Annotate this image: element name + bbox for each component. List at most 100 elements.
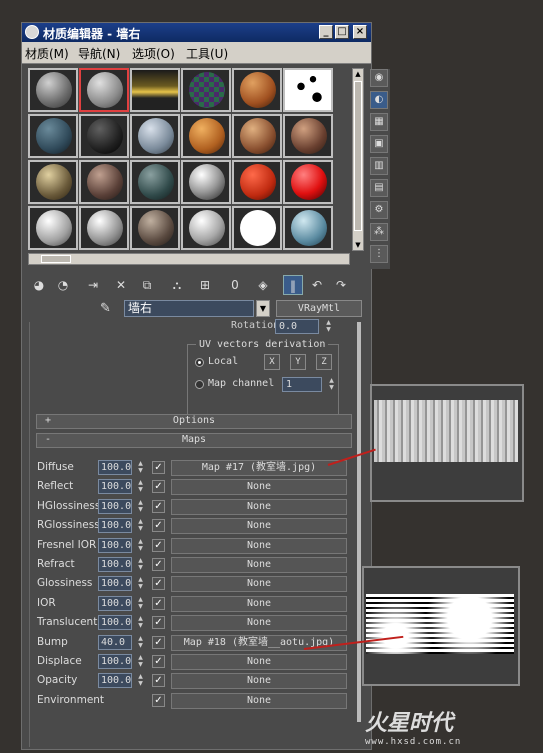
sample-slot[interactable] [283, 160, 333, 204]
map-amount-input[interactable]: 40.0 [98, 635, 132, 650]
map-slot-button[interactable]: None [171, 479, 347, 495]
sample-slot[interactable] [28, 160, 78, 204]
sample-slot[interactable] [181, 160, 231, 204]
map-amount-spinner[interactable]: ▲ ▼ [136, 615, 145, 630]
map-channel-input[interactable]: 1 [282, 377, 322, 392]
sample-slot[interactable] [28, 114, 78, 158]
sample-type-icon[interactable]: ◉ [370, 69, 388, 87]
map-enable-checkbox[interactable]: ✓ [152, 480, 165, 493]
go-to-parent-icon[interactable]: ↶ [307, 275, 327, 295]
sample-slot[interactable] [283, 68, 333, 112]
assign-material-icon[interactable]: ⇥ [83, 275, 103, 295]
make-unique-icon[interactable]: ⛬ [167, 275, 187, 295]
maps-rollout[interactable]: - Maps [36, 433, 352, 448]
map-channel-spinner[interactable]: ▲ ▼ [327, 377, 336, 393]
sample-slot[interactable] [232, 160, 282, 204]
map-amount-spinner[interactable]: ▲ ▼ [136, 596, 145, 611]
map-channel-radio[interactable] [195, 380, 204, 389]
axis-y-button[interactable]: Y [290, 354, 306, 370]
sample-slot[interactable] [79, 114, 129, 158]
panel-scrollbar[interactable] [357, 322, 361, 722]
material-name-field[interactable]: 墙右 [124, 300, 254, 317]
sample-slot[interactable] [79, 206, 129, 250]
reset-map-icon[interactable]: ✕ [111, 275, 131, 295]
axis-z-button[interactable]: Z [316, 354, 332, 370]
map-enable-checkbox[interactable]: ✓ [152, 500, 165, 513]
rotation-spinner[interactable]: ▲ ▼ [324, 319, 333, 335]
map-enable-checkbox[interactable]: ✓ [152, 694, 165, 707]
sample-slot[interactable] [283, 114, 333, 158]
map-amount-spinner[interactable]: ▲ ▼ [136, 654, 145, 669]
sample-slot[interactable] [283, 206, 333, 250]
put-material-icon[interactable]: ◔ [53, 275, 73, 295]
map-amount-spinner[interactable]: ▲ ▼ [136, 499, 145, 514]
axis-x-button[interactable]: X [264, 354, 280, 370]
select-by-material-icon[interactable]: ⁂ [370, 223, 388, 241]
map-amount-spinner[interactable]: ▲ ▼ [136, 576, 145, 591]
map-enable-checkbox[interactable]: ✓ [152, 577, 165, 590]
map-amount-input[interactable]: 100.0 [98, 576, 132, 591]
sample-slot[interactable] [130, 114, 180, 158]
map-enable-checkbox[interactable]: ✓ [152, 674, 165, 687]
show-map-in-viewport-icon[interactable]: ◈ [253, 275, 273, 295]
map-amount-input[interactable]: 100.0 [98, 538, 132, 553]
map-enable-checkbox[interactable]: ✓ [152, 539, 165, 552]
maximize-button[interactable]: □ [335, 25, 349, 39]
map-amount-input[interactable]: 100.0 [98, 615, 132, 630]
map-amount-input[interactable]: 100.0 [98, 557, 132, 572]
get-material-icon[interactable]: ◕ [29, 275, 49, 295]
scroll-down-icon[interactable]: ▼ [353, 240, 363, 250]
menu-navigation[interactable]: 导航(N) [78, 45, 120, 62]
map-amount-input[interactable]: 100.0 [98, 654, 132, 669]
material-type-button[interactable]: VRayMtl [276, 300, 362, 317]
video-color-check-icon[interactable]: ▥ [370, 157, 388, 175]
map-amount-input[interactable]: 100.0 [98, 518, 132, 533]
sample-slot[interactable] [232, 68, 282, 112]
backlight-icon[interactable]: ◐ [370, 91, 388, 109]
sample-slot[interactable] [28, 206, 78, 250]
map-slot-button[interactable]: Map #18 (教室墙__aotu.jpg) [171, 635, 347, 651]
material-map-navigator-icon[interactable]: ⋮ [370, 245, 388, 263]
scroll-thumb[interactable] [354, 81, 362, 231]
menu-tools[interactable]: 工具(U) [186, 45, 228, 62]
local-radio[interactable] [195, 358, 204, 367]
options-icon[interactable]: ⚙ [370, 201, 388, 219]
eyedropper-icon[interactable]: ✎ [100, 301, 111, 316]
background-checker-icon[interactable]: ▦ [370, 113, 388, 131]
menu-material[interactable]: 材质(M) [25, 45, 69, 62]
map-slot-button[interactable]: None [171, 538, 347, 554]
sample-slot[interactable] [130, 160, 180, 204]
go-forward-to-sibling-icon[interactable]: ↷ [331, 275, 351, 295]
map-enable-checkbox[interactable]: ✓ [152, 558, 165, 571]
sample-slot[interactable] [232, 206, 282, 250]
sample-slot[interactable] [130, 68, 180, 112]
material-id-channel-icon[interactable]: 0 [225, 275, 245, 295]
sample-slot[interactable] [79, 160, 129, 204]
sample-slot[interactable] [181, 114, 231, 158]
map-amount-spinner[interactable]: ▲ ▼ [136, 479, 145, 494]
options-rollout[interactable]: + Options [36, 414, 352, 429]
map-enable-checkbox[interactable]: ✓ [152, 616, 165, 629]
sample-slot-selected[interactable] [79, 68, 129, 112]
sample-uv-tiling-icon[interactable]: ▣ [370, 135, 388, 153]
sample-slot[interactable] [181, 68, 231, 112]
map-slot-button[interactable]: None [171, 518, 347, 534]
show-end-result-icon[interactable]: ‖ [283, 275, 303, 295]
map-amount-input[interactable]: 100.0 [98, 479, 132, 494]
map-slot-button[interactable]: None [171, 654, 347, 670]
map-amount-spinner[interactable]: ▲ ▼ [136, 673, 145, 688]
slots-vertical-scrollbar[interactable]: ▲ ▼ [352, 68, 364, 251]
map-amount-spinner[interactable]: ▲ ▼ [136, 460, 145, 475]
map-amount-spinner[interactable]: ▲ ▼ [136, 538, 145, 553]
close-button[interactable]: × [353, 25, 367, 39]
map-amount-spinner[interactable]: ▲ ▼ [136, 557, 145, 572]
sample-slot[interactable] [232, 114, 282, 158]
map-amount-input[interactable]: 100.0 [98, 596, 132, 611]
scroll-up-icon[interactable]: ▲ [353, 69, 363, 79]
title-bar[interactable]: 材质编辑器 - 墙右 _ □ × [22, 23, 371, 42]
map-enable-checkbox[interactable]: ✓ [152, 519, 165, 532]
map-amount-spinner[interactable]: ▲ ▼ [136, 635, 145, 650]
map-slot-button[interactable]: None [171, 576, 347, 592]
map-amount-input[interactable]: 100.0 [98, 499, 132, 514]
sample-slot[interactable] [181, 206, 231, 250]
